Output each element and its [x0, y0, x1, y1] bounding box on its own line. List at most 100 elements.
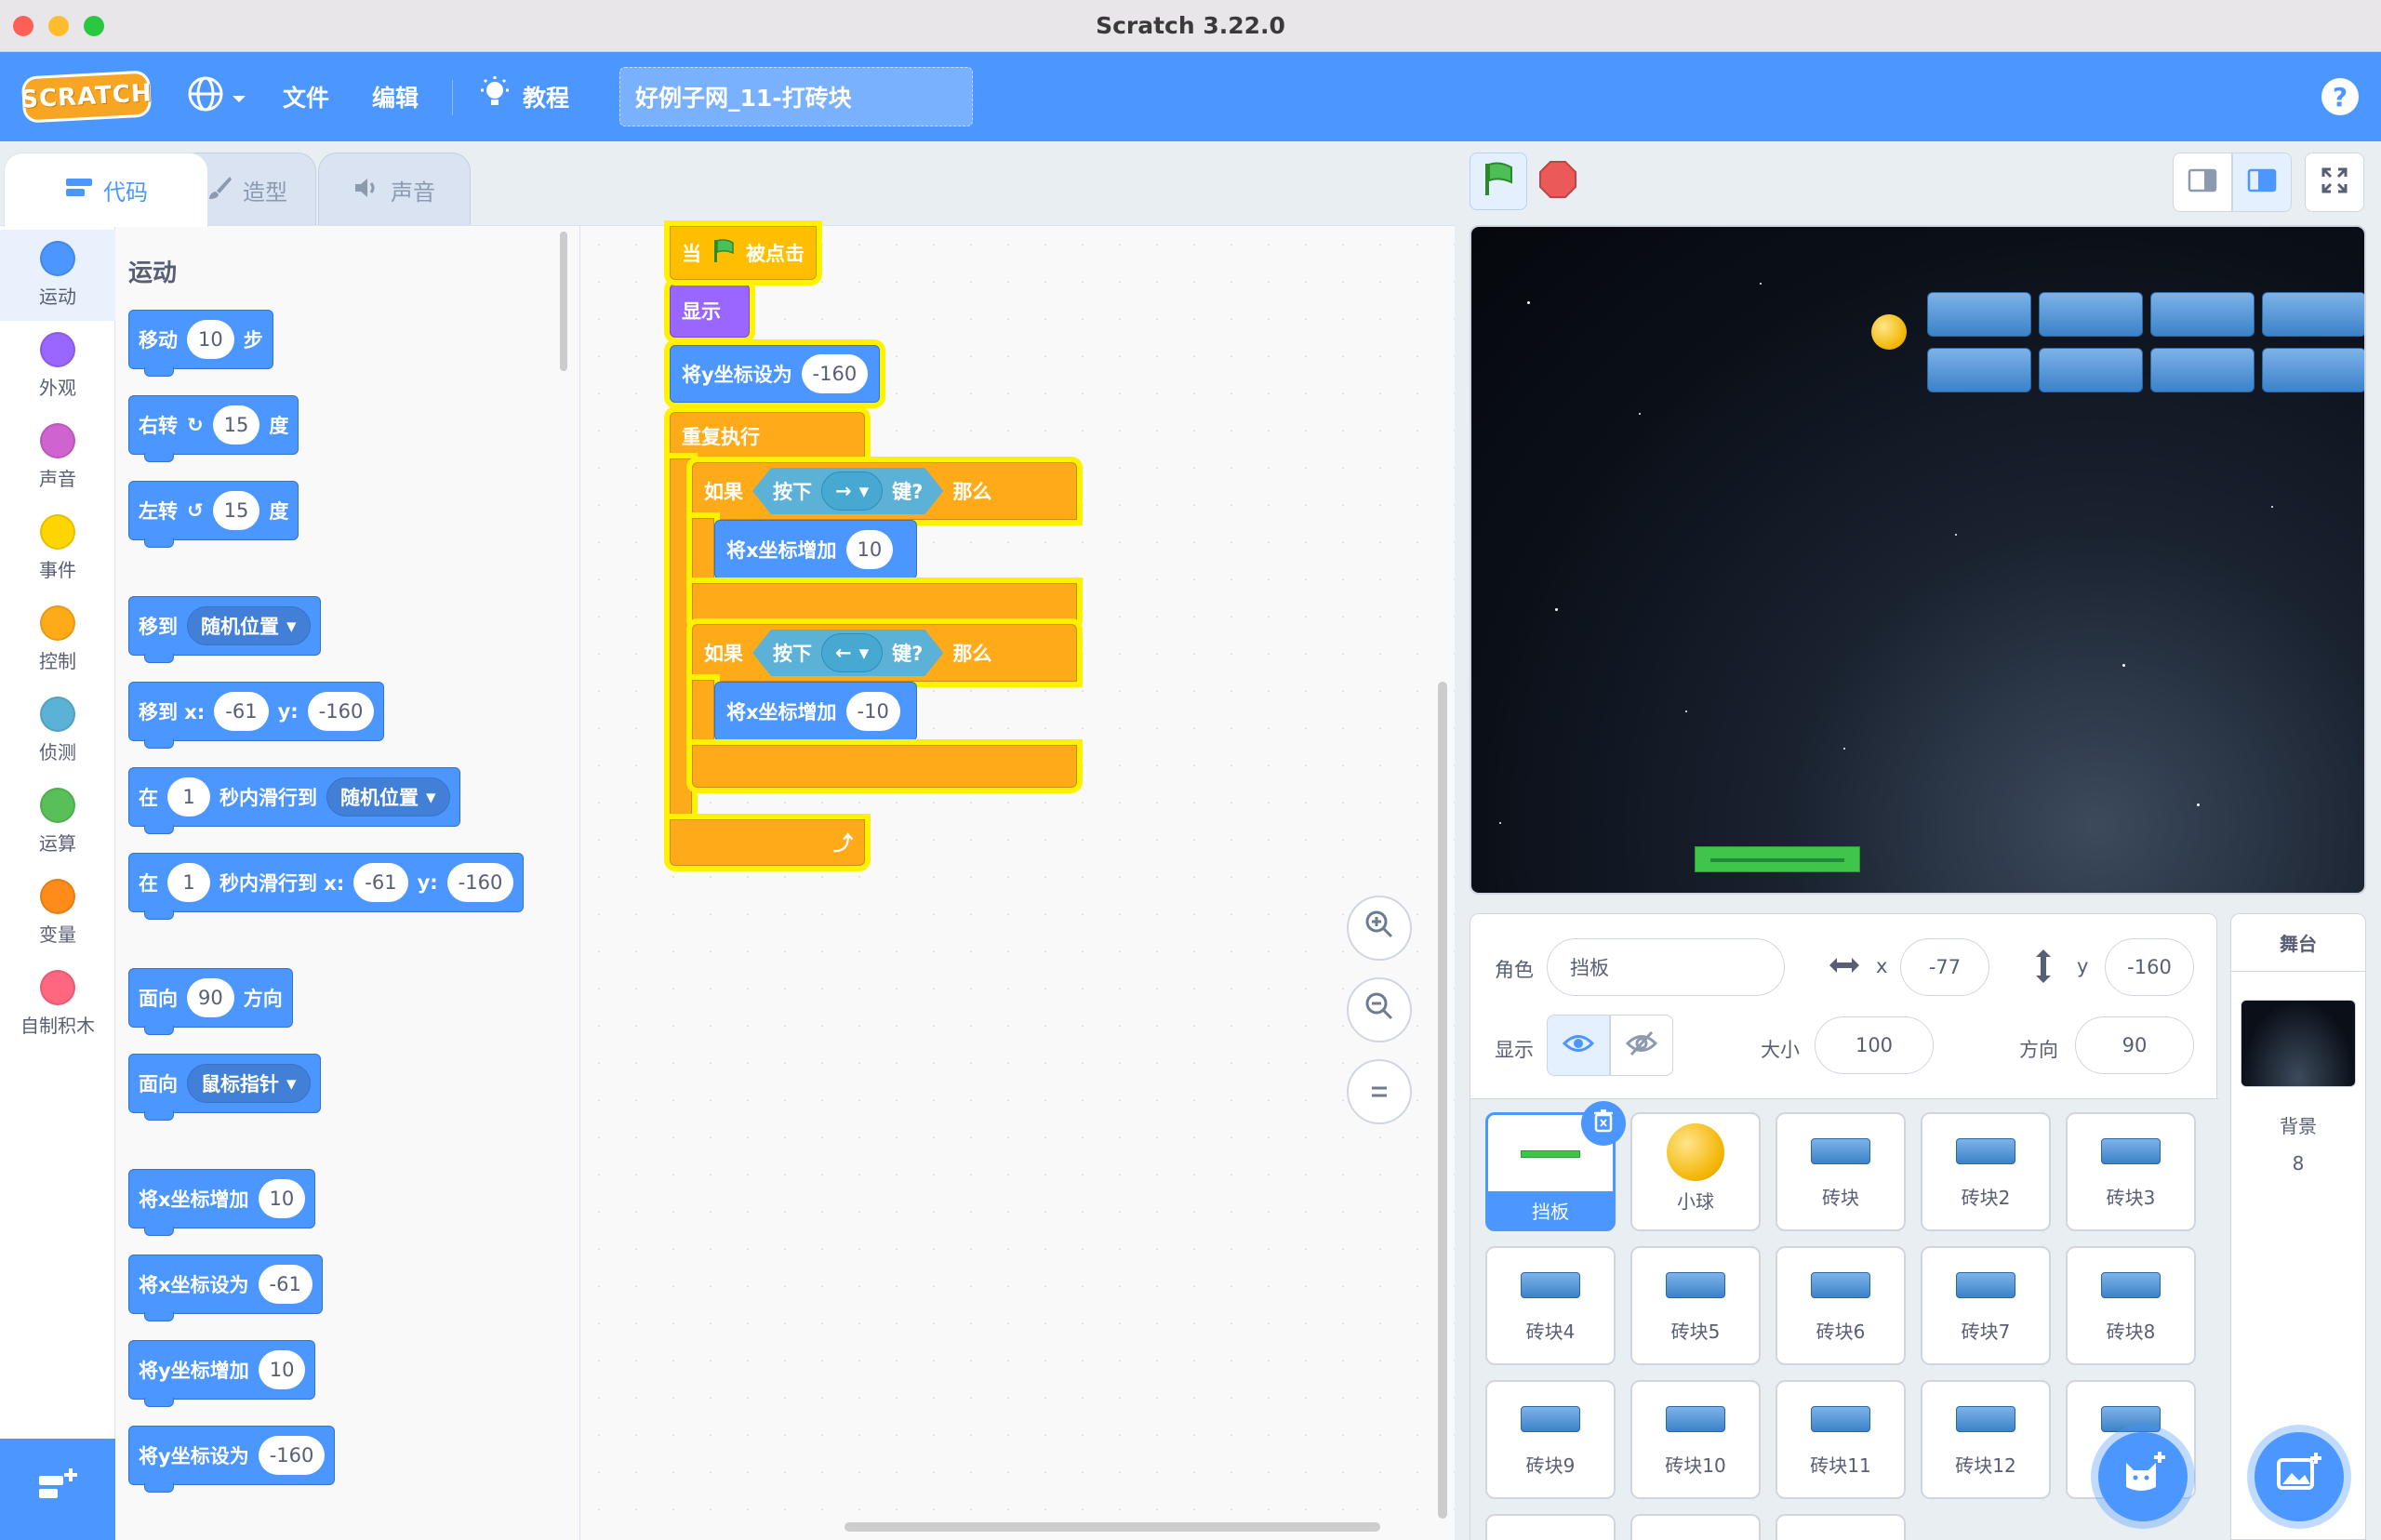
block-input[interactable]: -160 [307, 692, 375, 731]
add-sprite-button[interactable] [2098, 1432, 2188, 1521]
block-show[interactable]: 显示 [670, 284, 750, 338]
block-point-towards[interactable]: 面向 鼠标指针 ▾ [128, 1054, 321, 1121]
sprite-tile[interactable]: 砖块7 [1921, 1246, 2051, 1365]
block-turn-right[interactable]: 右转 ↻ 15 度 [128, 395, 299, 462]
category-variables[interactable]: 变量 [0, 868, 115, 959]
edit-menu[interactable]: 编辑 [372, 52, 419, 141]
sprite-tile[interactable]: 砖块 [1776, 1112, 1906, 1231]
size-input[interactable]: 100 [1815, 1016, 1934, 1074]
block-dropdown[interactable]: 鼠标指针 ▾ [187, 1064, 311, 1103]
palette-scrollbar[interactable] [560, 232, 567, 371]
add-extension-button[interactable] [0, 1439, 115, 1540]
add-backdrop-button[interactable] [2255, 1432, 2344, 1521]
block-input[interactable]: 15 [212, 405, 260, 445]
key-pressed-block[interactable]: 按下 → ▾ 键? [752, 468, 943, 514]
block-turn-left[interactable]: 左转 ↺ 15 度 [128, 481, 299, 548]
delete-sprite-button[interactable] [1581, 1101, 1626, 1146]
sprite-tile[interactable]: 砖块3 [2066, 1112, 2196, 1231]
block-input[interactable]: 1 [167, 863, 210, 902]
sprite-tile[interactable]: 砖块8 [2066, 1246, 2196, 1365]
block-glide[interactable]: 在 1 秒内滑行到 随机位置 ▾ [128, 767, 460, 834]
category-sound[interactable]: 声音 [0, 412, 115, 503]
category-looks[interactable]: 外观 [0, 321, 115, 412]
zoom-in-button[interactable] [1347, 896, 1412, 961]
script-workspace[interactable]: 重复执行 ⤴ 如果 按下 → ▾ 键? 那么 将x坐标增加 10 如果 按下 ←… [580, 226, 1455, 1540]
direction-input[interactable]: 90 [2075, 1016, 2194, 1074]
category-my-blocks[interactable]: 自制积木 [0, 959, 115, 1050]
block-goto-xy[interactable]: 移到 x: -61 y: -160 [128, 682, 385, 749]
sprite-tile[interactable]: 砖块2 [1921, 1112, 2051, 1231]
sprite-tile[interactable] [1485, 1514, 1616, 1540]
brick-sprite[interactable] [2039, 348, 2143, 392]
paddle-sprite[interactable] [1695, 846, 1860, 872]
brick-sprite[interactable] [2039, 292, 2143, 337]
block-input[interactable]: 10 [845, 530, 894, 569]
small-stage-button[interactable] [2173, 153, 2232, 212]
block-input[interactable]: -10 [845, 692, 900, 731]
block-input[interactable]: -160 [446, 863, 514, 902]
sprite-tile[interactable]: 砖块11 [1776, 1380, 1906, 1499]
block-input[interactable]: -61 [214, 692, 269, 731]
category-operators[interactable]: 运算 [0, 777, 115, 868]
block-input[interactable]: -160 [258, 1436, 326, 1475]
if-block[interactable]: 如果 按下 ← ▾ 键? 那么 [692, 624, 1077, 682]
fullscreen-button[interactable] [2305, 153, 2364, 212]
block-set-y[interactable]: 将y坐标设为 -160 [128, 1426, 336, 1493]
show-sprite-button[interactable] [1547, 1015, 1610, 1076]
stop-button[interactable] [1536, 160, 1579, 203]
block-set-y[interactable]: 将y坐标设为 -160 [670, 345, 880, 403]
category-motion[interactable]: 运动 [0, 230, 115, 321]
sprite-tile[interactable] [1630, 1514, 1761, 1540]
green-flag-button[interactable] [1470, 153, 1527, 210]
brick-sprite[interactable] [1927, 292, 2031, 337]
if-block[interactable]: 如果 按下 → ▾ 键? 那么 [692, 462, 1077, 520]
sprite-name-input[interactable]: 挡板 [1547, 938, 1785, 996]
block-input[interactable]: 1 [167, 777, 210, 816]
large-stage-button[interactable] [2232, 153, 2292, 212]
block-input[interactable]: -61 [353, 863, 408, 902]
block-input[interactable]: -61 [258, 1265, 313, 1304]
block-glide-xy[interactable]: 在 1 秒内滑行到 x: -61 y: -160 [128, 853, 525, 920]
sprite-tile[interactable]: 砖块6 [1776, 1246, 1906, 1365]
block-change-x[interactable]: 将x坐标增加 10 [128, 1169, 316, 1236]
tab-sounds[interactable]: 声音 [318, 153, 471, 227]
block-input[interactable]: 10 [187, 320, 234, 359]
block-dropdown[interactable]: 随机位置 ▾ [326, 777, 450, 816]
block-change-y[interactable]: 将y坐标增加 10 [128, 1340, 316, 1407]
forever-block[interactable]: 重复执行 [670, 412, 865, 460]
tab-code[interactable]: 代码 [4, 153, 208, 227]
workspace-horizontal-scrollbar[interactable] [845, 1522, 1380, 1532]
hide-sprite-button[interactable] [1610, 1015, 1673, 1076]
sprite-tile[interactable]: 小球 [1630, 1112, 1761, 1231]
key-dropdown[interactable]: → ▾ [821, 471, 883, 511]
block-point-direction[interactable]: 面向 90 方向 [128, 968, 293, 1035]
block-change-x[interactable]: 将x坐标增加 -10 [714, 682, 917, 741]
block-input[interactable]: 15 [212, 491, 260, 530]
brick-sprite[interactable] [2262, 348, 2364, 392]
help-button[interactable]: ? [2321, 78, 2359, 115]
scratch-logo[interactable]: SCRATCH [20, 70, 153, 124]
block-goto[interactable]: 移到 随机位置 ▾ [128, 596, 321, 663]
block-dropdown[interactable]: 随机位置 ▾ [187, 606, 311, 645]
project-title-input[interactable]: 好例子网_11-打砖块 [619, 67, 973, 126]
when-flag-clicked-block[interactable]: 当 被点击 [670, 226, 817, 280]
brick-sprite[interactable] [1927, 348, 2031, 392]
workspace-vertical-scrollbar[interactable] [1438, 682, 1447, 1519]
y-input[interactable]: -160 [2105, 938, 2194, 996]
sprite-tile[interactable]: 砖块4 [1485, 1246, 1616, 1365]
category-control[interactable]: 控制 [0, 594, 115, 685]
file-menu[interactable]: 文件 [283, 52, 329, 141]
brick-sprite[interactable] [2150, 348, 2255, 392]
stage-canvas[interactable] [1470, 225, 2366, 895]
brick-sprite[interactable] [2262, 292, 2364, 337]
sprite-tile[interactable]: 砖块10 [1630, 1380, 1761, 1499]
brick-sprite[interactable] [2150, 292, 2255, 337]
sprite-tile[interactable]: 砖块9 [1485, 1380, 1616, 1499]
zoom-reset-button[interactable] [1347, 1059, 1412, 1124]
language-menu[interactable] [186, 52, 247, 141]
key-dropdown[interactable]: ← ▾ [821, 633, 883, 672]
block-input[interactable]: 10 [258, 1179, 306, 1218]
block-input[interactable]: 90 [187, 978, 234, 1017]
block-change-x[interactable]: 将x坐标增加 10 [714, 520, 917, 579]
key-pressed-block[interactable]: 按下 ← ▾ 键? [752, 630, 943, 676]
